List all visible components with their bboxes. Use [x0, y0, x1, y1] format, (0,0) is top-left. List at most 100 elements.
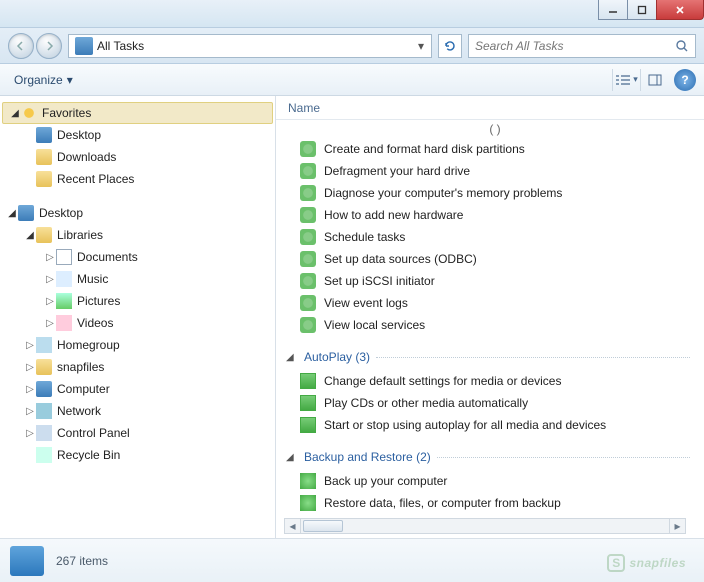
tree-item-pictures[interactable]: ▷Pictures — [0, 290, 275, 312]
tree-item-computer[interactable]: ▷Computer — [0, 378, 275, 400]
address-dropdown-icon[interactable]: ▾ — [413, 39, 429, 53]
expand-icon[interactable]: ▷ — [24, 428, 36, 439]
task-icon — [300, 295, 316, 311]
monitor-icon — [36, 127, 52, 143]
task-icon — [300, 273, 316, 289]
tree-item-label: Documents — [77, 250, 138, 264]
task-item[interactable]: View event logs — [286, 292, 704, 314]
task-icon — [300, 251, 316, 267]
tree-item-label: Favorites — [42, 106, 91, 120]
task-label: Schedule tasks — [324, 230, 405, 244]
tree-item-homegroup[interactable]: ▷ Homegroup — [0, 334, 275, 356]
task-label: Play CDs or other media automatically — [324, 396, 528, 410]
task-item[interactable]: Create and format hard disk partitions — [286, 138, 704, 160]
task-icon — [300, 417, 316, 433]
folder-icon — [36, 359, 52, 375]
tree-item-label: snapfiles — [57, 360, 104, 374]
close-button[interactable] — [656, 0, 704, 20]
group-title: AutoPlay (3) — [304, 350, 370, 364]
tree-item-snapfiles[interactable]: ▷ snapfiles — [0, 356, 275, 378]
task-item[interactable]: Set up iSCSI initiator — [286, 270, 704, 292]
collapse-icon[interactable]: ◢ — [6, 208, 18, 219]
maximize-button[interactable] — [627, 0, 657, 20]
view-options-button[interactable]: ▾ — [612, 69, 640, 91]
task-item[interactable]: Set up data sources (ODBC) — [286, 248, 704, 270]
task-icon — [300, 229, 316, 245]
scroll-thumb[interactable] — [303, 520, 343, 532]
search-icon — [675, 39, 689, 53]
tree-item-label: Homegroup — [57, 338, 120, 352]
content-list: Name ( ) Create and format hard disk part… — [276, 96, 704, 538]
organize-menu[interactable]: Organize ▾ — [8, 70, 79, 90]
tree-item-recent-places[interactable]: Recent Places — [0, 168, 275, 190]
tree-item-favorites[interactable]: ◢ Favorites — [2, 102, 273, 124]
cpanel-icon — [36, 425, 52, 441]
expand-icon[interactable]: ▷ — [44, 274, 56, 285]
task-item[interactable]: Diagnose your computer's memory problems — [286, 182, 704, 204]
task-label: Defragment your hard drive — [324, 164, 470, 178]
search-input[interactable] — [475, 39, 675, 53]
tree-item-downloads[interactable]: Downloads — [0, 146, 275, 168]
collapse-icon[interactable]: ◢ — [286, 352, 298, 363]
tree-item-desktop[interactable]: Desktop — [0, 124, 275, 146]
tree-item-music[interactable]: ▷ Music — [0, 268, 275, 290]
minimize-button[interactable] — [598, 0, 628, 20]
truncated-group-indicator: ( ) — [286, 122, 704, 138]
horizontal-scrollbar[interactable]: ◂ ▸ — [284, 518, 686, 534]
tree-item-label: Music — [77, 272, 108, 286]
scroll-left-arrow[interactable]: ◂ — [285, 519, 301, 533]
tree-item-label: Desktop — [39, 206, 83, 220]
item-count: 267 items — [56, 554, 108, 568]
expand-icon[interactable]: ▷ — [24, 384, 36, 395]
task-item[interactable]: Change default settings for media or dev… — [286, 370, 704, 392]
tree-item-network[interactable]: ▷ Network — [0, 400, 275, 422]
search-box[interactable] — [468, 34, 696, 58]
expand-icon[interactable]: ▷ — [44, 252, 56, 263]
task-icon — [300, 207, 316, 223]
tree-item-control-panel[interactable]: ▷ Control Panel — [0, 422, 275, 444]
help-button[interactable]: ? — [674, 69, 696, 91]
preview-pane-button[interactable] — [640, 69, 668, 91]
task-item[interactable]: Restore data, files, or computer from ba… — [286, 492, 704, 514]
expand-icon[interactable]: ▷ — [24, 406, 36, 417]
tree-item-desktop[interactable]: ◢ Desktop — [0, 202, 275, 224]
group-header[interactable]: ◢ AutoPlay (3) — [286, 344, 704, 370]
task-item[interactable]: Back up your computer — [286, 470, 704, 492]
tree-item-label: Network — [57, 404, 101, 418]
monitor-icon — [18, 205, 34, 221]
tree-item-label: Desktop — [57, 128, 101, 142]
task-label: Create and format hard disk partitions — [324, 142, 525, 156]
tree-item-recycle-bin[interactable]: Recycle Bin — [0, 444, 275, 466]
tree-item-documents[interactable]: ▷ Documents — [0, 246, 275, 268]
task-item[interactable]: Play CDs or other media automatically — [286, 392, 704, 414]
task-label: Diagnose your computer's memory problems — [324, 186, 562, 200]
group-title: Backup and Restore (2) — [304, 450, 431, 464]
expand-icon[interactable]: ▷ — [24, 340, 36, 351]
scroll-right-arrow[interactable]: ▸ — [669, 519, 685, 533]
task-icon — [300, 495, 316, 511]
collapse-icon[interactable]: ◢ — [9, 108, 21, 119]
expand-icon[interactable]: ▷ — [24, 362, 36, 373]
collapse-icon[interactable]: ◢ — [24, 230, 36, 241]
collapse-icon[interactable]: ◢ — [286, 452, 298, 463]
expand-icon[interactable]: ▷ — [44, 296, 56, 307]
tree-item-videos[interactable]: ▷Videos — [0, 312, 275, 334]
tree-item-libraries[interactable]: ◢Libraries — [0, 224, 275, 246]
task-item[interactable]: View local services — [286, 314, 704, 336]
task-item[interactable]: Start or stop using autoplay for all med… — [286, 414, 704, 436]
back-button[interactable] — [8, 33, 34, 59]
task-label: View event logs — [324, 296, 408, 310]
task-icon — [300, 373, 316, 389]
group-header[interactable]: ◢ Backup and Restore (2) — [286, 444, 704, 470]
task-item[interactable]: Schedule tasks — [286, 226, 704, 248]
refresh-button[interactable] — [438, 34, 462, 58]
task-item[interactable]: How to add new hardware — [286, 204, 704, 226]
task-icon — [300, 163, 316, 179]
forward-button[interactable] — [36, 33, 62, 59]
expand-icon[interactable]: ▷ — [44, 318, 56, 329]
column-header-name[interactable]: Name — [276, 96, 704, 120]
address-bar[interactable]: All Tasks ▾ — [68, 34, 432, 58]
task-item[interactable]: Defragment your hard drive — [286, 160, 704, 182]
organize-label: Organize — [14, 73, 63, 87]
tree-item-label: Control Panel — [57, 426, 130, 440]
